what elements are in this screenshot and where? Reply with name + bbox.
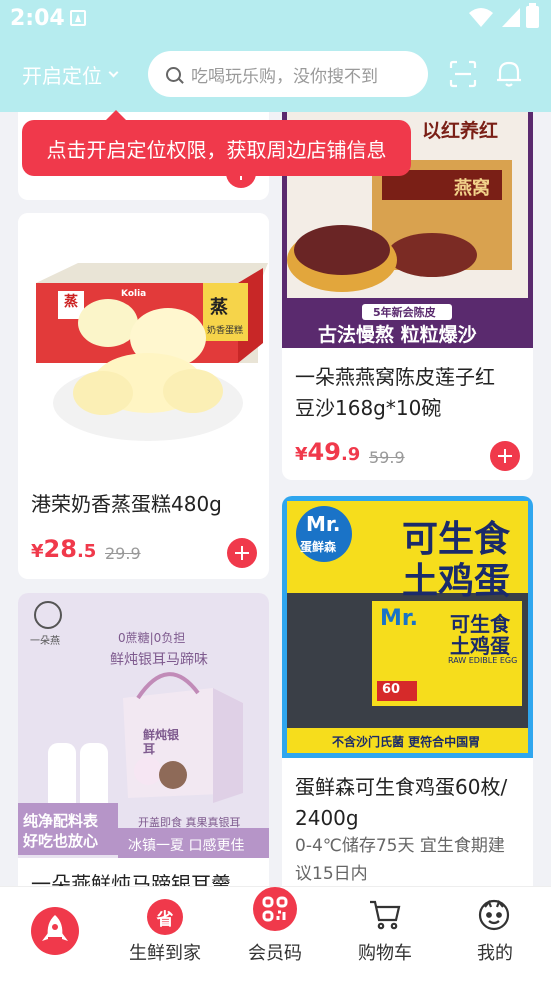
image-text: 以红养红 [422, 120, 499, 142]
image-text: 燕窝 [454, 178, 490, 199]
image-text: 鲜炖银耳马蹄味 [110, 652, 208, 668]
location-permission-tooltip[interactable]: 点击开启定位权限，获取周边店铺信息 [22, 110, 411, 176]
product-title: 港荣奶香蒸蛋糕480g [31, 492, 222, 516]
nav-label: 我的 [477, 943, 513, 964]
profile-icon [478, 899, 510, 931]
nav-label: 生鲜到家 [129, 943, 201, 964]
image-text: 开盖即食 真果真银耳 [138, 816, 241, 829]
product-image: Mr. 蛋鲜森 可生食 土鸡蛋 Mr. 可生食 土鸡蛋 RAW EDIBLE E… [282, 496, 533, 758]
nav-item-profile[interactable]: 我的 [440, 887, 550, 981]
tooltip-text: 点击开启定位权限，获取周边店铺信息 [46, 137, 387, 162]
location-label: 开启定位 [22, 64, 102, 88]
sheng-icon: 省 [147, 899, 183, 935]
battery-icon [526, 3, 539, 28]
image-text: 0蔗糖|0负担 [118, 631, 186, 645]
scan-icon[interactable] [449, 60, 477, 88]
nav-label: 会员码 [248, 943, 302, 964]
search-icon [166, 66, 181, 82]
image-text: 鲜炖银耳 [143, 728, 180, 756]
image-text: 土鸡蛋 [402, 561, 511, 602]
product-image: 一朵燕 0蔗糖|0负担 鲜炖银耳马蹄味 鲜炖银耳 纯净配料表 好吃也放心 开盖即… [18, 593, 269, 858]
product-card[interactable]: 蒸 Kolia 蒸 奶香蛋糕 港荣奶香蒸蛋糕480g ¥ 28 .5 29.9 [18, 213, 269, 579]
status-time: 2:04 [10, 6, 65, 31]
product-card[interactable]: 一朵燕 0蔗糖|0负担 鲜炖银耳马蹄味 鲜炖银耳 纯净配料表 好吃也放心 开盖即… [18, 593, 269, 923]
product-image: 蒸 Kolia 蒸 奶香蛋糕 [18, 213, 269, 468]
nav-item-home[interactable] [0, 887, 110, 981]
add-to-cart-button[interactable] [490, 441, 520, 471]
signal-icon [502, 8, 520, 27]
wifi-icon [469, 8, 493, 27]
image-text: 蒸 [64, 294, 78, 310]
nav-item-cart[interactable]: 购物车 [330, 887, 440, 981]
product-title: 一朵燕燕窝陈皮莲子红 豆沙168g*10碗 [295, 365, 495, 420]
product-card[interactable]: Mr. 蛋鲜森 可生食 土鸡蛋 Mr. 可生食 土鸡蛋 RAW EDIBLE E… [282, 496, 533, 916]
image-text: 奶香蛋糕 [207, 326, 244, 336]
original-price: 29.9 [105, 544, 141, 563]
image-text: 蒸 [210, 297, 228, 318]
nav-item-member-code[interactable]: 会员码 [220, 887, 330, 981]
image-text: 不含沙门氏菌 更符合中国胃 [332, 735, 481, 749]
image-text: Kolia [121, 289, 147, 299]
nav-item-fresh[interactable]: 省 生鲜到家 [110, 887, 220, 981]
product-price: ¥ 49 .9 [295, 438, 361, 466]
image-text: 5年新会陈皮 [373, 306, 436, 319]
cart-icon [370, 900, 401, 930]
product-title: 蛋鲜森可生食鸡蛋60枚/ 2400g [295, 775, 508, 830]
image-text: 60 [382, 682, 401, 697]
location-toggle-button[interactable]: 开启定位 [22, 60, 119, 89]
nav-label: 购物车 [358, 943, 412, 964]
product-subtitle: 0-4℃储存75天 宜生食期建 议15日内 [295, 836, 505, 884]
brand-logo-text: Mr. [306, 512, 341, 536]
add-to-cart-button[interactable] [227, 538, 257, 568]
rocket-home-icon [31, 907, 79, 955]
chevron-down-icon [108, 67, 119, 78]
image-text: 古法慢熬 粒粒爆沙 [318, 324, 477, 346]
status-bar: 2:04 [0, 0, 551, 38]
search-placeholder: 吃喝玩乐购，没你搜不到 [191, 66, 378, 87]
top-header: 2:04 开启定位 吃喝玩乐购，没你搜不到 [0, 0, 551, 112]
brand-text: 一朵燕 [30, 636, 60, 647]
product-price: ¥ 28 .5 [31, 535, 97, 563]
image-text: 好吃也放心 [23, 832, 99, 850]
image-text: 冰镇一夏 口感更佳 [128, 838, 245, 854]
notification-icon [70, 10, 86, 26]
qr-code-icon [253, 887, 297, 931]
bottom-navigation: 省 生鲜到家 会员码 购物车 我的 [0, 886, 551, 981]
search-input[interactable]: 吃喝玩乐购，没你搜不到 [148, 51, 428, 97]
image-text: 纯净配料表 [23, 812, 99, 830]
image-text: RAW EDIBLE EGG [448, 656, 518, 665]
image-text: Mr. [380, 606, 418, 631]
bell-icon[interactable] [494, 58, 524, 88]
original-price: 59.9 [369, 448, 405, 467]
brand-logo-text: 蛋鲜森 [300, 540, 337, 554]
image-text: 土鸡蛋 [450, 634, 510, 658]
